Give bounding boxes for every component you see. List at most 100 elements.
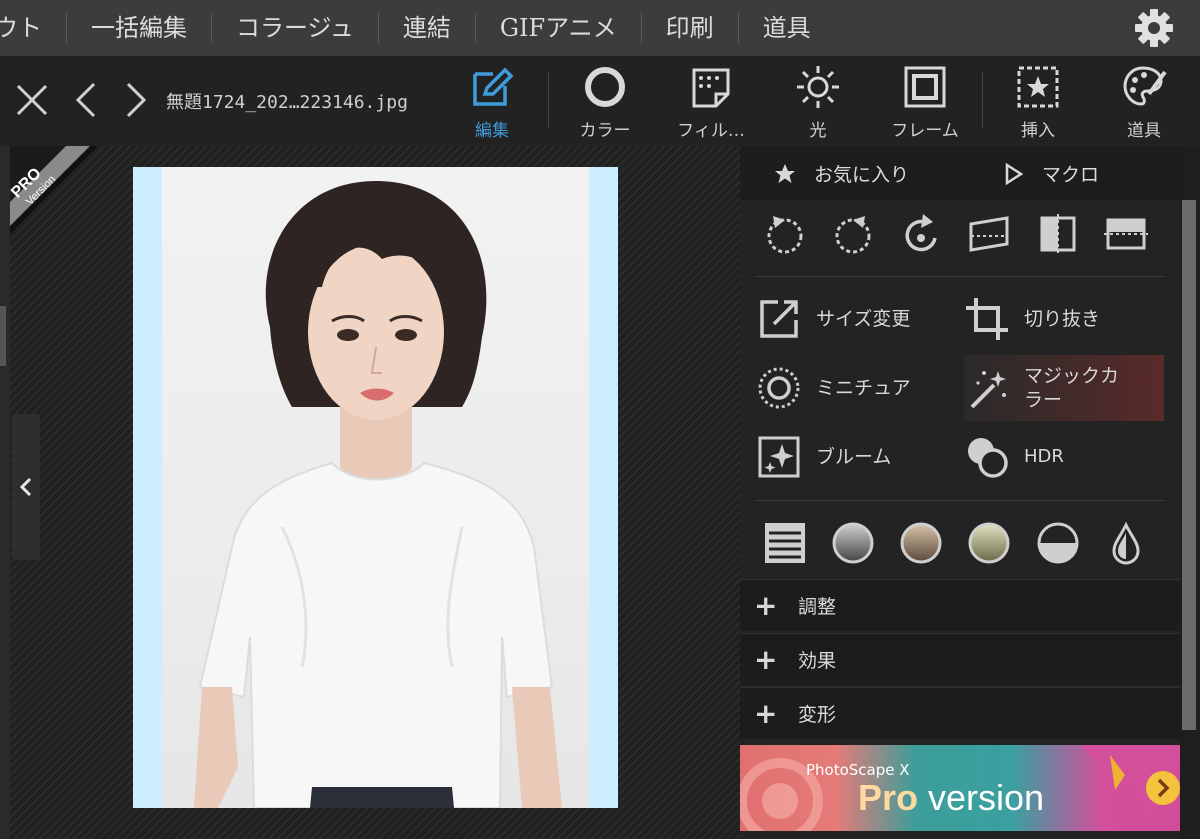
straighten-icon[interactable]: [967, 212, 1011, 256]
tab-color[interactable]: カラー: [555, 64, 655, 144]
menu-item-batch-edit[interactable]: 一括編集: [67, 13, 212, 43]
accordion-transform-label: 変形: [798, 704, 837, 726]
accordion-adjust[interactable]: + 調整: [740, 579, 1180, 631]
panel-scrollbar[interactable]: [1180, 146, 1200, 839]
menu-item-print-layout[interactable]: ウト: [0, 13, 67, 43]
sepia-preset-icon[interactable]: [899, 521, 943, 565]
tab-frame-label: フレーム: [891, 121, 959, 141]
favorites-label: お気に入り: [814, 164, 910, 186]
top-menu-bar: ウト 一括編集 コラージュ 連結 GIFアニメ 印刷 道具: [0, 0, 1200, 56]
tab-filter[interactable]: フィル…: [661, 64, 761, 144]
scrollbar-thumb[interactable]: [0, 306, 6, 366]
miniature-button[interactable]: ミニチュア: [756, 355, 960, 421]
crop-icon: [966, 298, 1008, 340]
hdr-icon: [968, 438, 1008, 478]
left-scrollbar[interactable]: [0, 146, 10, 839]
toolbar-divider: [982, 72, 983, 128]
magic-color-label-line1: マジックカ: [1024, 365, 1120, 387]
accordion-adjust-label: 調整: [798, 596, 837, 618]
plus-icon: +: [754, 642, 778, 676]
sun-icon: [797, 66, 839, 108]
menu-item-print[interactable]: 印刷: [642, 13, 739, 43]
crop-label: 切り抜き: [1024, 308, 1101, 330]
levels-icon[interactable]: [763, 521, 807, 565]
plus-icon: +: [754, 588, 778, 622]
portrait-illustration: [194, 181, 562, 808]
tab-light-label: 光: [809, 121, 827, 141]
tab-insert-label: 挿入: [1021, 121, 1055, 141]
favorites-button[interactable]: お気に入り: [774, 160, 909, 187]
chevron-right-icon: [1157, 778, 1170, 798]
rotate-free-icon[interactable]: [899, 212, 943, 256]
tab-edit[interactable]: 編集: [442, 64, 542, 144]
tab-tools[interactable]: 道具: [1094, 64, 1194, 144]
tab-insert[interactable]: 挿入: [988, 64, 1088, 144]
vintage-preset-icon[interactable]: [967, 521, 1011, 565]
flip-horizontal-icon[interactable]: [1036, 212, 1080, 256]
portrait-image: [162, 167, 589, 808]
accordion-transform[interactable]: + 変形: [740, 687, 1180, 739]
star-icon: [775, 163, 795, 183]
palette-icon: [1123, 66, 1167, 106]
flip-vertical-icon[interactable]: [1104, 212, 1148, 256]
resize-icon: [760, 300, 798, 338]
rotate-right-icon[interactable]: [831, 212, 875, 256]
tab-edit-label: 編集: [475, 121, 509, 141]
banner-arrow-button[interactable]: [1146, 771, 1180, 805]
drop-icon[interactable]: [1104, 521, 1148, 565]
menu-item-gif[interactable]: GIFアニメ: [476, 13, 642, 43]
accordion-effects[interactable]: + 効果: [740, 633, 1180, 685]
banner-version-word: version: [918, 777, 1045, 818]
magic-color-label-line2: ラー: [1024, 389, 1063, 411]
photo-preview: [133, 167, 618, 808]
grayscale-preset-icon[interactable]: [831, 521, 875, 565]
collapse-left-panel-button[interactable]: [12, 414, 40, 560]
filter-icon: [692, 68, 730, 108]
macro-label: マクロ: [1042, 164, 1100, 186]
pro-version-badge: PRO Version: [10, 146, 98, 234]
chevron-left-icon: [19, 477, 32, 497]
tab-frame[interactable]: フレーム: [875, 64, 975, 144]
accordion-effects-label: 効果: [798, 650, 837, 672]
hdr-button[interactable]: HDR: [964, 424, 1164, 490]
photoscape-window: ウト 一括編集 コラージュ 連結 GIFアニメ 印刷 道具 無題1724_202…: [0, 0, 1200, 839]
banner-decoration: [740, 758, 823, 831]
file-name: 無題1724_202…223146.jpg: [166, 92, 408, 113]
crop-button[interactable]: 切り抜き: [964, 286, 1164, 352]
menu-item-tools[interactable]: 道具: [739, 13, 835, 43]
macro-button[interactable]: マクロ: [1004, 160, 1099, 187]
tab-filter-label: フィル…: [677, 121, 745, 141]
menu-item-collage[interactable]: コラージュ: [212, 13, 379, 43]
tab-tools-label: 道具: [1127, 121, 1161, 141]
rotate-left-icon[interactable]: [763, 212, 807, 256]
panel-scrollbar-thumb[interactable]: [1182, 200, 1196, 730]
edit-icon: [473, 67, 514, 106]
frame-icon: [904, 66, 946, 108]
miniature-label: ミニチュア: [816, 377, 911, 399]
pro-version-banner[interactable]: PhotoScape X Pro version: [740, 745, 1180, 831]
play-icon: [1005, 162, 1024, 185]
banner-headline: Pro version: [858, 777, 1044, 819]
bloom-button[interactable]: ブルーム: [756, 424, 960, 490]
previous-icon[interactable]: [72, 80, 100, 120]
magic-color-button[interactable]: マジックカ ラー: [964, 355, 1164, 421]
toolbar-divider: [548, 72, 549, 128]
tab-color-label: カラー: [579, 121, 631, 141]
miniature-icon: [758, 367, 800, 409]
panel-divider: [756, 276, 1164, 277]
plus-icon: +: [754, 696, 778, 730]
panel-divider: [756, 500, 1164, 501]
hdr-label: HDR: [1024, 446, 1064, 467]
bloom-label: ブルーム: [816, 446, 892, 468]
insert-star-icon: [1017, 66, 1059, 108]
banner-pro-word: Pro: [858, 777, 919, 818]
menu-item-combine[interactable]: 連結: [379, 13, 476, 43]
close-icon[interactable]: [14, 82, 50, 118]
resize-label: サイズ変更: [816, 308, 911, 330]
resize-button[interactable]: サイズ変更: [756, 286, 960, 352]
magic-wand-icon: [970, 371, 1006, 409]
next-icon[interactable]: [122, 80, 150, 120]
gear-icon[interactable]: [1134, 8, 1174, 48]
tab-light[interactable]: 光: [768, 64, 868, 144]
half-tone-icon[interactable]: [1036, 521, 1080, 565]
